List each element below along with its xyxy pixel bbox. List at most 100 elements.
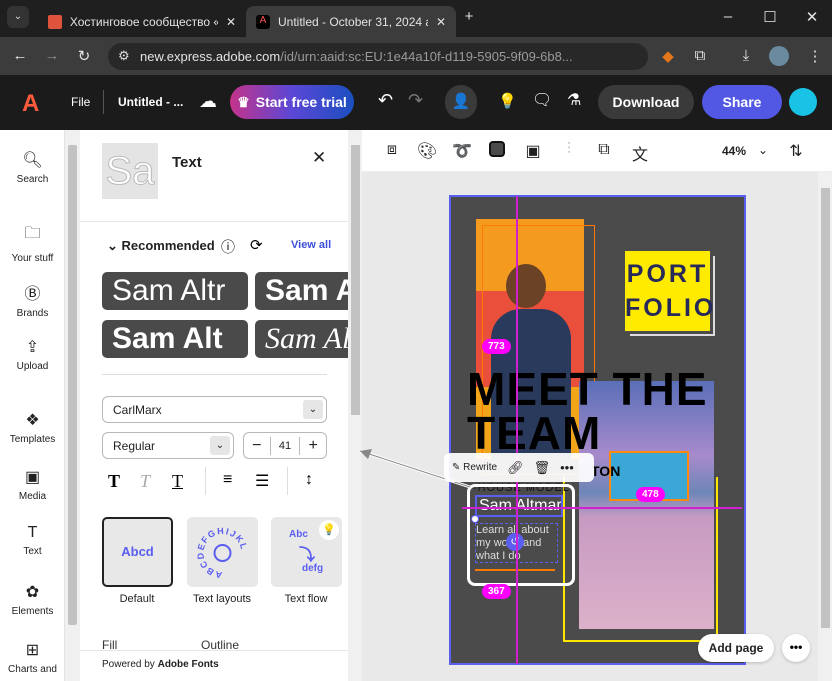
more-options-button[interactable]: •••: [782, 634, 810, 662]
media-icon: ▣: [24, 469, 41, 486]
refresh-icon[interactable]: ⟳: [250, 236, 263, 254]
underline-icon[interactable]: T: [172, 471, 183, 492]
close-panel-icon[interactable]: ✕: [312, 148, 326, 168]
rail-item-charts[interactable]: ⊞ Charts and: [0, 640, 65, 675]
undo-icon[interactable]: ↶: [378, 90, 393, 111]
font-weight-dropdown[interactable]: Regular ⌄: [102, 432, 234, 459]
favicon-icon: [48, 14, 62, 29]
minimize-icon[interactable]: –: [718, 8, 738, 25]
rewrite-button[interactable]: ✎ Rewrite: [452, 462, 497, 473]
url-field[interactable]: ⚙ new.express.adobe.com/id/urn:aaid:sc:E…: [108, 43, 648, 70]
font-preview[interactable]: Sam Alt: [255, 320, 348, 358]
file-menu[interactable]: File: [71, 95, 90, 109]
rail-item-elements[interactable]: ✿ Elements: [0, 582, 65, 617]
orange-underline: [475, 569, 555, 571]
redo-icon[interactable]: ↷: [408, 90, 423, 111]
page-options-icon[interactable]: ⇅: [785, 141, 807, 161]
canvas-scrollbar[interactable]: [818, 172, 832, 681]
close-window-icon[interactable]: ✕: [802, 8, 822, 26]
border-icon[interactable]: ▣: [522, 141, 544, 161]
font-preview[interactable]: Sam Altr: [102, 272, 248, 310]
lightbulb-icon[interactable]: 💡: [319, 520, 339, 540]
list-icon[interactable]: ☰: [255, 471, 269, 491]
context-toolbar: ✎ Rewrite 🔗︎ 🗑︎ •••: [444, 453, 594, 482]
browser-tab[interactable]: Хостинговое сообщество «Tim ✕: [38, 6, 246, 37]
comment-icon[interactable]: 🗨: [532, 90, 552, 110]
invite-button[interactable]: 👤: [445, 85, 477, 119]
name-text[interactable]: Sam Altmar: [475, 495, 563, 517]
rail-item-upload[interactable]: ⇪ Upload: [0, 337, 65, 372]
selected-text-group[interactable]: Sam Altmar Learn all about my world and …: [467, 484, 575, 586]
downloads-icon[interactable]: ⤓: [736, 47, 756, 64]
site-info-icon[interactable]: ⚙: [118, 48, 130, 64]
new-tab-icon[interactable]: +: [459, 8, 479, 25]
download-button[interactable]: Download: [598, 85, 694, 119]
view-all-link[interactable]: View all: [291, 239, 331, 251]
card-label: Text layouts: [192, 593, 252, 605]
line-spacing-icon[interactable]: ↕: [305, 471, 313, 489]
divider: [102, 374, 327, 375]
panel-scrollbar[interactable]: [348, 130, 362, 681]
rail-item-templates[interactable]: ❖ Templates: [0, 410, 65, 445]
left-rail: 🔍︎ Search 🗀 Your stuff Ⓑ Brands ⇪ Upload ❖ Te…: [0, 130, 65, 681]
translate-icon[interactable]: 文: [629, 141, 651, 165]
chevron-down-icon[interactable]: ⌄: [752, 143, 774, 157]
bold-icon[interactable]: T: [108, 471, 120, 492]
share-button[interactable]: Share: [702, 85, 782, 119]
animate-icon[interactable]: ➰: [451, 141, 473, 161]
font-preview[interactable]: Sam Alt: [102, 320, 248, 358]
font-family-dropdown[interactable]: CarlMarx ⌄: [102, 396, 327, 423]
font-size-value[interactable]: 41: [271, 440, 300, 452]
font-preview[interactable]: Sam Al: [255, 272, 348, 310]
extensions-icon[interactable]: ⧉: [690, 47, 710, 64]
headline[interactable]: MEET THE TEAM: [467, 366, 708, 456]
card-text-layouts[interactable]: ABCDEFGHIJKL: [187, 517, 258, 587]
decrease-size-button[interactable]: −: [244, 436, 271, 455]
palette-icon[interactable]: 🎨︎: [416, 141, 438, 161]
align-left-icon[interactable]: ≡: [223, 471, 232, 489]
align-icon[interactable]: ⫶: [558, 141, 580, 159]
zoom-level[interactable]: 44%: [714, 144, 754, 158]
rail-item-search[interactable]: 🔍︎ Search: [0, 150, 65, 185]
more-icon[interactable]: •••: [560, 460, 574, 475]
portfolio-box[interactable]: PORT FOLIO: [625, 251, 713, 331]
browser-tab-active[interactable]: A Untitled - October 31, 2024 at 1 ✕: [246, 6, 456, 37]
subtitle-text[interactable]: TON: [591, 463, 620, 479]
link-icon[interactable]: 🔗︎: [507, 460, 524, 476]
rail-item-media[interactable]: ▣ Media: [0, 467, 65, 502]
metamask-icon[interactable]: ◆: [658, 47, 678, 65]
menu-icon[interactable]: ⋮: [805, 47, 825, 65]
add-page-button[interactable]: Add page: [698, 634, 774, 662]
card-default[interactable]: Abcd: [102, 517, 173, 587]
rail-item-brands[interactable]: Ⓑ Brands: [0, 280, 65, 319]
rail-item-your-stuff[interactable]: 🗀 Your stuff: [0, 222, 65, 264]
adobe-express-logo[interactable]: A: [22, 90, 39, 118]
italic-icon[interactable]: T: [140, 471, 150, 492]
close-tab-icon[interactable]: ✕: [226, 15, 236, 29]
account-avatar[interactable]: [789, 88, 817, 116]
tab-list-button[interactable]: ⌄: [7, 6, 29, 28]
profile-avatar[interactable]: [769, 46, 789, 66]
lightbulb-icon[interactable]: 💡: [498, 92, 517, 110]
forward-icon[interactable]: →: [42, 47, 62, 64]
maximize-icon[interactable]: ☐: [760, 8, 780, 26]
back-icon[interactable]: ←: [10, 47, 30, 64]
rail-scrollbar[interactable]: [65, 130, 80, 681]
flask-icon[interactable]: ⚗: [567, 90, 581, 110]
recommended-toggle[interactable]: ⌄ Recommended: [107, 238, 215, 254]
reload-icon[interactable]: ↻: [74, 47, 94, 65]
layers-icon[interactable]: ⧉: [593, 141, 615, 159]
resize-handle[interactable]: [471, 515, 479, 523]
document-title[interactable]: Untitled - ...: [118, 95, 183, 109]
delete-icon[interactable]: 🗑︎: [534, 460, 551, 476]
card-text-flow[interactable]: Abc ⤵ defg 💡: [271, 517, 342, 587]
fill-color-icon[interactable]: [486, 141, 508, 162]
replace-icon[interactable]: ⧈: [381, 141, 403, 159]
rail-item-text[interactable]: T Text: [0, 524, 65, 557]
close-tab-icon[interactable]: ✕: [436, 15, 446, 29]
rotate-handle[interactable]: ↺: [506, 533, 524, 551]
chevron-down-icon: ⌄: [107, 238, 122, 253]
increase-size-button[interactable]: +: [299, 436, 326, 455]
info-icon[interactable]: ⓘ: [221, 237, 235, 257]
start-free-trial-button[interactable]: ♛ Start free trial: [230, 85, 354, 119]
